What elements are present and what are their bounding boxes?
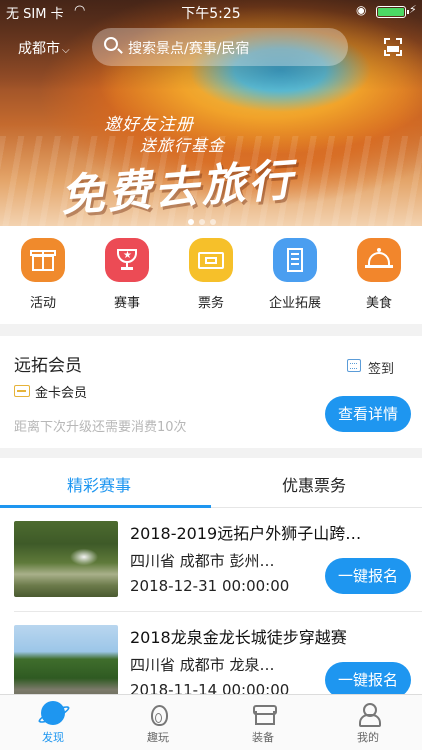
event-date: 2018-12-31 00:00:00 — [130, 577, 290, 595]
nav-label: 趣玩 — [147, 731, 169, 744]
gift-icon — [21, 238, 65, 282]
discover-planet-icon — [41, 701, 65, 725]
status-bar: 无 SIM 卡 ◠ 下午5:25 ◉ ⚡ — [0, 0, 422, 22]
event-date: 2018-11-14 00:00:00 — [130, 681, 290, 694]
event-name: 2018-2019远拓户外狮子山跨… — [130, 524, 362, 543]
tab-tickets[interactable]: 优惠票务 — [282, 472, 346, 496]
upgrade-hint: 距离下次升级还需要消费10次 — [14, 420, 187, 435]
event-location: 四川省 成都市 龙泉… — [130, 656, 275, 674]
member-card: 远拓会员 签到 金卡会员 距离下次升级还需要消费10次 查看详情 — [0, 336, 422, 448]
building-icon — [273, 238, 317, 282]
carousel-dot — [199, 219, 205, 225]
category-enterprise[interactable]: 企业拓展 — [260, 238, 330, 311]
nav-fun[interactable]: 趣玩 — [128, 701, 188, 745]
rotation-lock-icon: ◉ — [356, 3, 367, 17]
event-list: 2018-2019远拓户外狮子山跨… 四川省 成都市 彭州… 2018-12-3… — [0, 508, 422, 694]
content-tabs: 精彩赛事 优惠票务 — [0, 458, 422, 508]
event-thumbnail — [14, 521, 118, 597]
city-label: 成都市 — [18, 41, 60, 57]
sign-in-button[interactable]: 签到 — [368, 358, 394, 377]
member-level: 金卡会员 — [35, 386, 88, 401]
category-label: 票务 — [197, 296, 224, 311]
chevron-down-icon: ⌵ — [62, 45, 70, 56]
search-bar[interactable]: 搜索景点/赛事/民宿 — [92, 28, 348, 66]
store-icon — [251, 701, 277, 725]
trophy-icon: ★ — [105, 238, 149, 282]
category-competition[interactable]: ★ 赛事 — [92, 238, 162, 311]
register-button[interactable]: 一键报名 — [325, 558, 411, 594]
event-location: 四川省 成都市 彭州… — [130, 552, 275, 570]
category-activity[interactable]: 活动 — [8, 238, 78, 311]
city-selector[interactable]: 成都市 ⌵ — [18, 38, 70, 58]
category-label: 企业拓展 — [268, 296, 321, 311]
scan-icon[interactable] — [384, 38, 402, 56]
ticket-icon — [189, 238, 233, 282]
view-details-button[interactable]: 查看详情 — [325, 396, 411, 432]
charging-icon: ⚡ — [409, 3, 417, 16]
nav-discover[interactable]: 发现 — [23, 701, 83, 745]
search-icon — [104, 37, 118, 51]
category-ticket[interactable]: 票务 — [176, 238, 246, 311]
event-thumbnail — [14, 625, 118, 694]
food-dome-icon — [357, 238, 401, 282]
category-label: 活动 — [29, 296, 56, 311]
category-row: 活动 ★ 赛事 票务 企业拓展 美食 — [0, 226, 422, 324]
user-icon — [356, 701, 381, 727]
category-food[interactable]: 美食 — [344, 238, 414, 311]
category-label: 美食 — [365, 296, 392, 311]
category-label: 赛事 — [113, 296, 140, 311]
nav-label: 装备 — [252, 731, 274, 744]
nav-label: 发现 — [42, 731, 64, 744]
list-item[interactable]: 2018龙泉金龙长城徒步穿越赛 四川省 成都市 龙泉… 2018-11-14 0… — [0, 612, 422, 694]
nav-gear[interactable]: 装备 — [233, 701, 293, 745]
fire-icon — [146, 701, 170, 726]
battery-icon — [376, 6, 409, 18]
list-item[interactable]: 2018-2019远拓户外狮子山跨… 四川省 成都市 彭州… 2018-12-3… — [0, 508, 422, 612]
register-button[interactable]: 一键报名 — [325, 662, 411, 694]
member-title: 远拓会员 — [14, 356, 82, 376]
nav-mine[interactable]: 我的 — [338, 701, 398, 745]
member-card-icon — [14, 385, 30, 397]
hero-banner[interactable]: 无 SIM 卡 ◠ 下午5:25 ◉ ⚡ 成都市 ⌵ 搜索景点/赛事/民宿 邀好友… — [0, 0, 422, 226]
bottom-nav: 发现 趣玩 装备 我的 — [0, 694, 422, 750]
carousel-dot-active — [188, 219, 194, 225]
search-placeholder: 搜索景点/赛事/民宿 — [128, 41, 250, 57]
carousel-dot — [210, 219, 216, 225]
nav-label: 我的 — [357, 731, 379, 744]
event-name: 2018龙泉金龙长城徒步穿越赛 — [130, 628, 347, 647]
carousel-dots — [188, 210, 221, 226]
calendar-icon[interactable] — [347, 359, 361, 372]
tab-events[interactable]: 精彩赛事 — [67, 472, 131, 496]
